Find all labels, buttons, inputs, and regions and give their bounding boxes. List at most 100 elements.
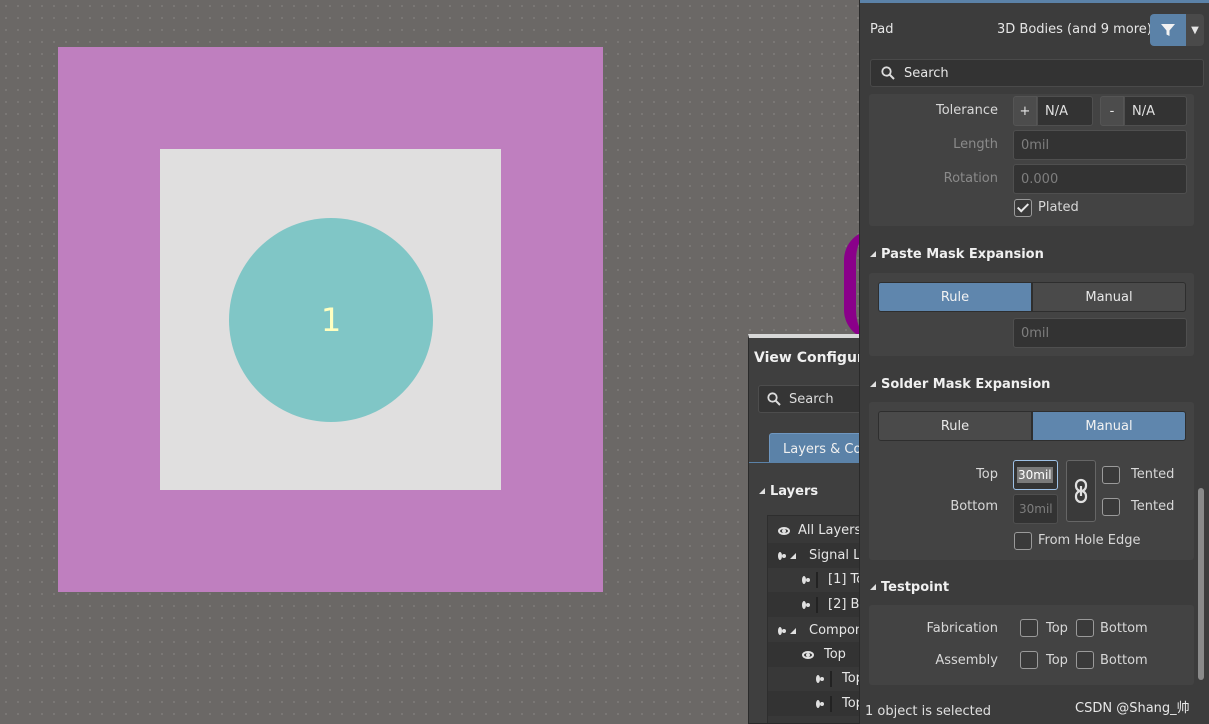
solder-rule-button[interactable]: Rule	[878, 411, 1032, 441]
pad-hole[interactable]: 1	[229, 218, 433, 422]
solder-top-field[interactable]: 30mil	[1013, 460, 1058, 490]
solder-top-label: Top	[976, 467, 998, 482]
testpoint-section	[869, 605, 1194, 685]
collapse-icon[interactable]	[790, 552, 796, 559]
scrollbar-thumb[interactable]	[1198, 488, 1204, 680]
testpoint-heading[interactable]: Testpoint	[870, 580, 949, 595]
assembly-label: Assembly	[935, 653, 998, 668]
filter-summary[interactable]: 3D Bodies (and 9 more)	[997, 22, 1152, 37]
collapse-icon[interactable]	[790, 627, 796, 634]
collapse-icon	[759, 488, 765, 494]
assembly-top-checkbox[interactable]	[1020, 651, 1038, 669]
layer-row-top[interactable]: [1] Top Layer	[768, 567, 867, 592]
properties-panel: Pad 3D Bodies (and 9 more) ▼ Search Tole…	[859, 0, 1209, 724]
tab-underline	[749, 462, 867, 463]
length-field[interactable]: 0mil	[1013, 130, 1187, 160]
solder-mask-heading[interactable]: Solder Mask Expansion	[870, 377, 1050, 392]
search-input[interactable]: Search	[870, 59, 1204, 87]
rotation-label: Rotation	[943, 171, 998, 186]
tented-top-label: Tented	[1131, 467, 1175, 482]
layer-label: Top	[824, 647, 846, 662]
solder-mask-heading-label: Solder Mask Expansion	[881, 377, 1051, 392]
search-icon	[881, 66, 895, 80]
tented-top-checkbox[interactable]	[1102, 466, 1120, 484]
color-swatch[interactable]	[830, 670, 832, 687]
tented-bottom-label: Tented	[1131, 499, 1175, 514]
paste-rule-button[interactable]: Rule	[878, 282, 1032, 312]
search-placeholder: Search	[904, 65, 949, 81]
tolerance-plus-field[interactable]: N/A	[1037, 96, 1093, 126]
panel-title: View Configuration	[754, 350, 867, 366]
eye-icon[interactable]	[816, 699, 824, 708]
layer-label: All Layers	[798, 523, 862, 538]
assembly-bottom-checkbox[interactable]	[1076, 651, 1094, 669]
tolerance-label: Tolerance	[936, 103, 998, 118]
solder-bottom-field[interactable]: 30mil	[1013, 494, 1058, 524]
layer-row-top-overlay[interactable]: Top Overlay	[768, 666, 867, 691]
search-placeholder: Search	[789, 391, 834, 407]
fabrication-top-label: Top	[1046, 621, 1068, 636]
layers-heading-label: Layers	[770, 484, 819, 499]
rotation-field[interactable]: 0.000	[1013, 164, 1187, 194]
layer-row-all[interactable]: All Layers	[768, 518, 867, 543]
from-hole-edge-checkbox[interactable]	[1014, 532, 1032, 550]
color-swatch[interactable]	[816, 596, 818, 613]
pad-number: 1	[320, 301, 342, 339]
eye-icon[interactable]	[778, 551, 786, 560]
testpoint-heading-label: Testpoint	[881, 580, 950, 595]
tolerance-minus-sign: -	[1100, 96, 1124, 126]
filter-button[interactable]	[1150, 14, 1186, 46]
assembly-top-label: Top	[1046, 653, 1068, 668]
collapse-icon	[870, 251, 876, 257]
layer-row-signal[interactable]: Signal Layers	[768, 543, 867, 568]
layer-row-component[interactable]: Component Layers	[768, 618, 867, 643]
link-toggle-button[interactable]	[1066, 460, 1096, 522]
fabrication-top-checkbox[interactable]	[1020, 619, 1038, 637]
color-swatch[interactable]	[830, 695, 832, 712]
tolerance-minus-field[interactable]: N/A	[1124, 96, 1187, 126]
filter-icon	[1161, 24, 1175, 36]
solder-top-value: 30mil	[1017, 467, 1053, 483]
tab-layers-colors[interactable]: Layers & Colors	[769, 433, 867, 463]
eye-icon[interactable]	[802, 600, 810, 609]
search-input[interactable]: Search	[758, 385, 867, 413]
eye-icon[interactable]	[802, 575, 810, 584]
layers-heading[interactable]: Layers	[759, 484, 818, 499]
plated-checkbox[interactable]	[1014, 199, 1032, 217]
paste-mask-value-field[interactable]: 0mil	[1013, 318, 1187, 348]
status-text: 1 object is selected	[865, 704, 991, 719]
eye-icon[interactable]	[778, 526, 790, 535]
layer-row-top-group[interactable]: Top	[768, 642, 867, 667]
filter-dropdown-button[interactable]: ▼	[1186, 14, 1204, 46]
tented-bottom-checkbox[interactable]	[1102, 498, 1120, 516]
paste-mask-heading[interactable]: Paste Mask Expansion	[870, 247, 1044, 262]
fabrication-bottom-label: Bottom	[1100, 621, 1148, 636]
watermark: CSDN @Shang_帅	[1075, 701, 1190, 716]
search-icon	[767, 392, 781, 406]
link-icon	[1074, 478, 1088, 504]
collapse-icon	[870, 381, 876, 387]
view-configuration-panel: View Configuration Search Layers & Color…	[748, 334, 868, 724]
layers-list: All Layers Signal Layers [1] Top Layer […	[767, 515, 867, 723]
fabrication-label: Fabrication	[926, 621, 998, 636]
length-label: Length	[953, 137, 998, 152]
solder-bottom-label: Bottom	[950, 499, 998, 514]
solder-manual-button[interactable]: Manual	[1032, 411, 1186, 441]
paste-manual-button[interactable]: Manual	[1032, 282, 1186, 312]
layer-row-top-solder[interactable]: Top Solder	[768, 691, 867, 716]
tolerance-plus-sign: +	[1013, 96, 1037, 126]
eye-icon[interactable]	[816, 674, 824, 683]
from-hole-edge-label: From Hole Edge	[1038, 533, 1141, 548]
eye-icon[interactable]	[802, 650, 814, 659]
paste-mask-heading-label: Paste Mask Expansion	[881, 247, 1044, 262]
fabrication-bottom-checkbox[interactable]	[1076, 619, 1094, 637]
plated-label: Plated	[1038, 200, 1079, 215]
object-type-label: Pad	[870, 22, 894, 37]
eye-icon[interactable]	[778, 626, 786, 635]
assembly-bottom-label: Bottom	[1100, 653, 1148, 668]
chevron-down-icon: ▼	[1191, 24, 1199, 36]
color-swatch[interactable]	[816, 571, 818, 588]
layer-row-bottom[interactable]: [2] Bottom Layer	[768, 592, 867, 617]
panel-accent-line	[860, 0, 1209, 3]
collapse-icon	[870, 584, 876, 590]
